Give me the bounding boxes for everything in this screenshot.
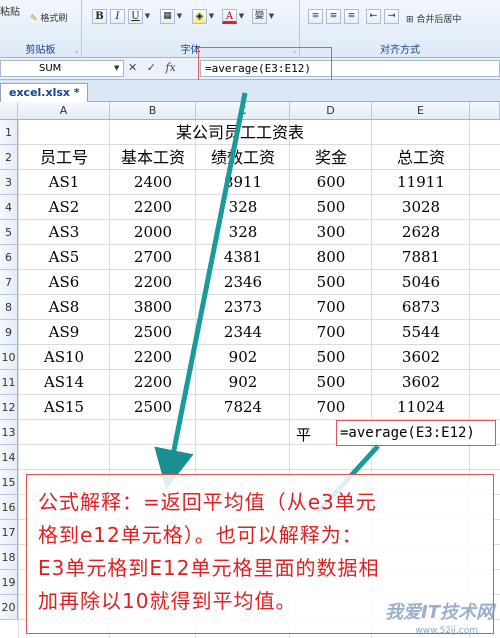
explanation-line-3: E3单元格到E12单元格里面的数据相 — [38, 556, 380, 580]
watermark-logo: 我爱IT技术网 — [385, 602, 494, 623]
explanation-line-2: 格到e12单元格）。也可以解释为： — [38, 523, 363, 547]
watermark-url: www.52ij.com — [415, 626, 478, 636]
arrow-to-explanation — [154, 92, 248, 490]
explanation-line-1: 公式解释：=返回平均值（从e3单元 — [38, 490, 377, 514]
